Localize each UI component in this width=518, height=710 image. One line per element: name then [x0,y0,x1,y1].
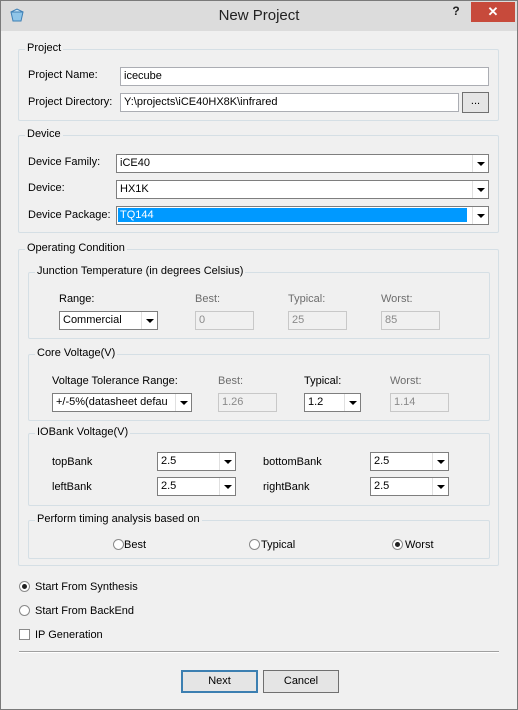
right-bank-value: 2.5 [374,480,390,492]
device-package-value: TQ144 [118,208,467,222]
device-family-value: iCE40 [120,157,150,169]
voltage-tolerance-label: Voltage Tolerance Range: [52,375,178,387]
device-package-select[interactable]: TQ144 [116,206,489,225]
junction-worst-field: 85 [381,311,440,330]
junction-typical-label: Typical: [288,293,326,305]
start-synthesis-radio[interactable] [19,581,30,592]
timing-best-label[interactable]: Best [124,539,146,551]
operating-condition-group: Operating Condition Junction Temperature… [18,242,499,566]
chevron-down-icon [432,453,448,470]
operating-condition-title: Operating Condition [25,242,127,254]
iobank-voltage-group: IOBank Voltage(V) topBank 2.5 bottomBank… [28,426,490,506]
next-button[interactable]: Next [181,670,258,693]
device-group: Device Device Family: iCE40 Device: HX1K… [18,128,499,233]
core-typical-label: Typical: [304,375,342,387]
junction-temperature-group: Junction Temperature (in degrees Celsius… [28,265,490,339]
right-bank-select[interactable]: 2.5 [370,477,449,496]
bottom-bank-label: bottomBank [263,456,322,468]
start-backend-radio[interactable] [19,605,30,616]
core-worst-field: 1.14 [390,393,449,412]
range-select[interactable]: Commercial [59,311,158,330]
timing-analysis-title: Perform timing analysis based on [35,513,202,525]
left-bank-select[interactable]: 2.5 [157,477,236,496]
help-button[interactable]: ? [445,4,467,22]
chevron-down-icon [472,155,488,172]
core-worst-label: Worst: [390,375,422,387]
chevron-down-icon [432,478,448,495]
ip-generation-label[interactable]: IP Generation [35,629,103,641]
device-family-label: Device Family: [28,156,101,168]
window-title: New Project [218,7,300,24]
right-bank-label: rightBank [263,481,310,493]
top-bank-label: topBank [52,456,93,468]
close-button[interactable]: ✕ [471,2,515,22]
chevron-down-icon [219,478,235,495]
junction-typical-field: 25 [288,311,347,330]
bottom-bank-value: 2.5 [374,455,390,467]
chevron-down-icon [344,394,360,411]
device-label: Device: [28,182,65,194]
bottom-bank-select[interactable]: 2.5 [370,452,449,471]
core-typical-select[interactable]: 1.2 [304,393,361,412]
start-synthesis-label[interactable]: Start From Synthesis [35,581,138,593]
core-voltage-title: Core Voltage(V) [35,347,118,359]
timing-typical-radio[interactable] [249,539,260,550]
project-group: Project Project Name: icecube Project Di… [18,42,499,121]
timing-typical-label[interactable]: Typical [261,539,295,551]
junction-best-field: 0 [195,311,254,330]
timing-worst-label[interactable]: Worst [405,539,434,551]
separator [19,651,499,653]
voltage-tolerance-select[interactable]: +/-5%(datasheet defau [52,393,192,412]
project-name-label: Project Name: [28,69,98,81]
device-select[interactable]: HX1K [116,180,489,199]
new-project-dialog: New Project ? ✕ Project Project Name: ic… [0,0,518,710]
device-package-label: Device Package: [28,209,111,221]
device-family-select[interactable]: iCE40 [116,154,489,173]
chevron-down-icon [141,312,157,329]
chevron-down-icon [472,207,488,224]
timing-worst-radio[interactable] [392,539,403,550]
voltage-tolerance-value: +/-5%(datasheet defau [56,396,168,408]
iobank-voltage-title: IOBank Voltage(V) [35,426,131,438]
core-voltage-group: Core Voltage(V) Voltage Tolerance Range:… [28,347,490,421]
title-bar: New Project ? ✕ [1,1,517,31]
ip-generation-checkbox[interactable] [19,629,30,640]
browse-button[interactable]: ... [462,92,489,113]
project-group-title: Project [25,42,64,54]
left-bank-label: leftBank [52,481,92,493]
junction-temperature-title: Junction Temperature (in degrees Celsius… [35,265,246,277]
top-bank-value: 2.5 [161,455,177,467]
core-best-field: 1.26 [218,393,277,412]
junction-best-label: Best: [195,293,221,305]
timing-best-radio[interactable] [113,539,124,550]
junction-worst-label: Worst: [381,293,413,305]
start-backend-label[interactable]: Start From BackEnd [35,605,134,617]
core-typical-value: 1.2 [308,396,324,408]
cancel-button[interactable]: Cancel [263,670,339,693]
device-group-title: Device [25,128,63,140]
left-bank-value: 2.5 [161,480,177,492]
project-name-input[interactable]: icecube [120,67,489,86]
chevron-down-icon [219,453,235,470]
top-bank-select[interactable]: 2.5 [157,452,236,471]
chevron-down-icon [472,181,488,198]
project-directory-input[interactable]: Y:\projects\iCE40HX8K\infrared [120,93,459,112]
project-directory-label: Project Directory: [28,96,113,108]
range-label: Range: [59,293,95,305]
core-best-label: Best: [218,375,244,387]
chevron-down-icon [175,394,191,411]
device-value: HX1K [120,183,149,195]
range-value: Commercial [63,314,122,326]
timing-analysis-group: Perform timing analysis based on Best Ty… [28,513,490,559]
